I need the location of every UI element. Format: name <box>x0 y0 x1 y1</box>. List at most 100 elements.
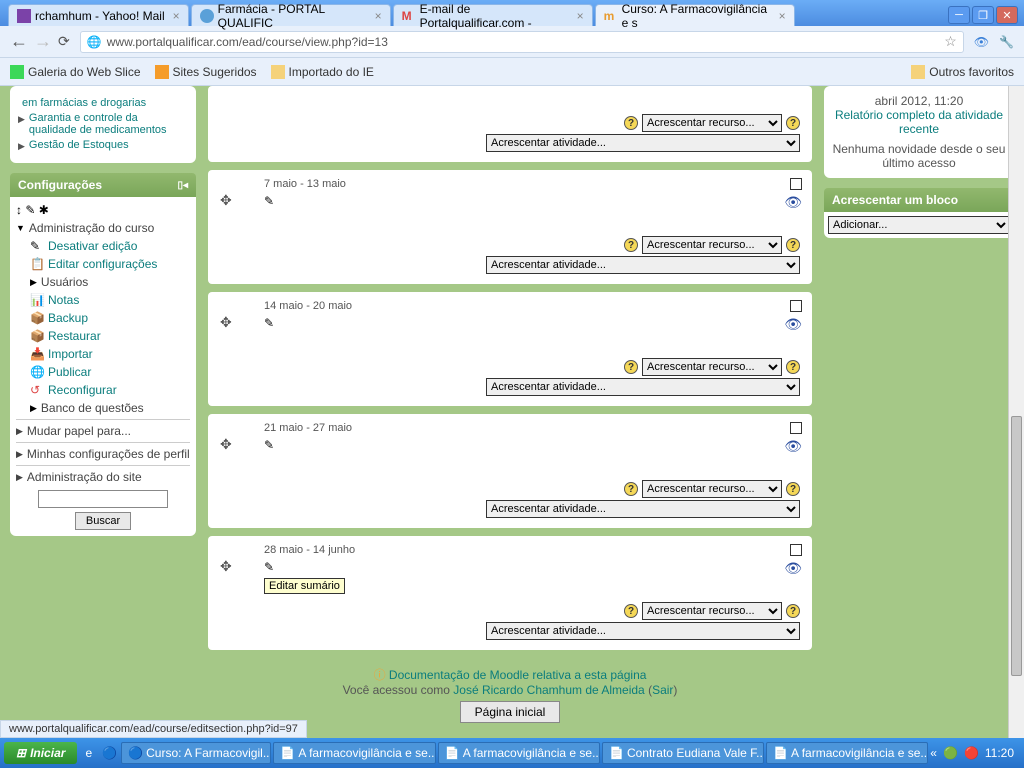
users-link[interactable]: Usuários <box>41 275 88 289</box>
scrollbar[interactable] <box>1008 86 1024 738</box>
system-tray[interactable]: « 🟢 🔴 11:20 <box>930 746 1020 760</box>
tray-expand-icon[interactable]: « <box>930 746 937 760</box>
nav-link[interactable]: em farmácias e drogarias <box>22 97 146 109</box>
wrench-icon[interactable]: 🔧 <box>999 35 1014 49</box>
highlight-checkbox[interactable] <box>790 178 802 190</box>
block-control-icons[interactable]: ▯◂ <box>177 180 188 191</box>
help-icon[interactable]: ? <box>624 116 638 130</box>
maximize-button[interactable]: ❐ <box>972 6 994 24</box>
chevron-right-icon[interactable]: ▶ <box>30 403 37 414</box>
browser-tab[interactable]: Farmácia - PORTAL QUALIFIC × <box>191 4 391 26</box>
move-icon[interactable]: ✥ <box>220 436 232 453</box>
nav-link[interactable]: Gestão de Estoques <box>29 139 129 151</box>
close-icon[interactable]: × <box>173 9 180 23</box>
taskbar-item[interactable]: 🔵Curso: A Farmacovigil... <box>121 742 271 764</box>
chevron-right-icon[interactable]: ▶ <box>30 277 37 288</box>
start-button[interactable]: ⊞Iniciar <box>4 742 77 764</box>
taskbar-item[interactable]: 📄A farmacovigilância e se... <box>766 742 928 764</box>
bookmark-item[interactable]: Sites Sugeridos <box>155 65 257 79</box>
other-bookmarks[interactable]: Outros favoritos <box>911 65 1014 79</box>
browser-tab[interactable]: rchamhum - Yahoo! Mail × <box>8 4 189 26</box>
backup-link[interactable]: Backup <box>48 311 88 325</box>
move-icon[interactable]: ✥ <box>220 314 232 331</box>
highlight-checkbox[interactable] <box>790 300 802 312</box>
profile-settings-link[interactable]: Minhas configurações de perfil <box>27 447 190 461</box>
back-button[interactable]: ← <box>10 31 28 52</box>
forward-button[interactable]: → <box>34 31 52 52</box>
restore-link[interactable]: Restaurar <box>48 329 101 343</box>
home-button[interactable]: Página inicial <box>460 701 561 723</box>
move-icon[interactable]: ✥ <box>220 192 232 209</box>
ie-icon[interactable]: e <box>79 746 98 760</box>
close-button[interactable]: ✕ <box>996 6 1018 24</box>
visibility-icon[interactable]: 👁 <box>784 194 802 211</box>
close-icon[interactable]: × <box>779 9 786 23</box>
chevron-right-icon[interactable]: ▶ <box>16 472 23 483</box>
taskbar-item[interactable]: 📄A farmacovigilância e se... <box>438 742 600 764</box>
moodle-docs-link[interactable]: Documentação de Moodle relativa a esta p… <box>389 668 647 682</box>
tray-icon[interactable]: 🔴 <box>964 746 979 760</box>
user-link[interactable]: José Ricardo Chamhum de Almeida <box>453 683 644 697</box>
add-activity-select[interactable]: Acrescentar atividade... <box>486 622 800 640</box>
logout-link[interactable]: Sair <box>652 683 673 697</box>
disable-edit-link[interactable]: Desativar edição <box>48 239 137 253</box>
nav-link[interactable]: Garantia e controle da qualidade de medi… <box>29 112 188 136</box>
move-icon[interactable]: ✥ <box>220 558 232 575</box>
tray-icon[interactable]: 🟢 <box>943 746 958 760</box>
chevron-down-icon[interactable]: ▼ <box>16 223 25 233</box>
edit-summary-icon[interactable]: ✎ <box>264 560 274 574</box>
bookmark-item[interactable]: Importado do IE <box>271 65 374 79</box>
close-icon[interactable]: × <box>577 9 584 23</box>
edit-settings-link[interactable]: Editar configurações <box>48 257 157 271</box>
help-icon[interactable]: ? <box>786 482 800 496</box>
scrollbar-thumb[interactable] <box>1011 416 1022 676</box>
help-icon[interactable]: ? <box>624 604 638 618</box>
minimize-button[interactable]: ─ <box>948 6 970 24</box>
add-activity-select[interactable]: Acrescentar atividade... <box>486 378 800 396</box>
taskbar-item[interactable]: 📄Contrato Eudiana Vale F... <box>602 742 764 764</box>
add-activity-select[interactable]: Acrescentar atividade... <box>486 500 800 518</box>
help-icon[interactable]: ? <box>624 482 638 496</box>
close-icon[interactable]: × <box>375 9 382 23</box>
add-activity-select[interactable]: Acrescentar atividade... <box>486 134 800 152</box>
eye-icon[interactable]: 👁 <box>974 35 989 49</box>
help-icon[interactable]: ? <box>786 360 800 374</box>
chrome-icon[interactable]: 🔵 <box>100 746 119 760</box>
visibility-icon[interactable]: 👁 <box>784 438 802 455</box>
search-input[interactable] <box>38 490 168 508</box>
help-icon[interactable]: ? <box>786 604 800 618</box>
help-icon[interactable]: ? <box>786 116 800 130</box>
add-resource-select[interactable]: Acrescentar recurso... <box>642 236 782 254</box>
browser-tab-active[interactable]: m Curso: A Farmacovigilância e s × <box>595 4 795 26</box>
visibility-icon[interactable]: 👁 <box>784 560 802 577</box>
add-resource-select[interactable]: Acrescentar recurso... <box>642 114 782 132</box>
full-report-link[interactable]: Relatório completo da atividade recente <box>835 108 1003 136</box>
reload-button[interactable]: ⟳ <box>58 33 70 50</box>
chevron-right-icon[interactable]: ▶ <box>16 449 23 460</box>
switch-role-link[interactable]: Mudar papel para... <box>27 424 131 438</box>
add-resource-select[interactable]: Acrescentar recurso... <box>642 602 782 620</box>
question-bank-link[interactable]: Banco de questões <box>41 401 144 415</box>
publish-link[interactable]: Publicar <box>48 365 91 379</box>
highlight-checkbox[interactable] <box>790 422 802 434</box>
visibility-icon[interactable]: 👁 <box>784 316 802 333</box>
add-resource-select[interactable]: Acrescentar recurso... <box>642 480 782 498</box>
chevron-right-icon[interactable]: ▶ <box>16 426 23 437</box>
taskbar-item[interactable]: 📄A farmacovigilância e se... <box>273 742 435 764</box>
address-bar[interactable]: 🌐 www.portalqualificar.com/ead/course/vi… <box>80 31 964 53</box>
edit-summary-icon[interactable]: ✎ <box>264 194 274 208</box>
site-admin-link[interactable]: Administração do site <box>27 470 142 484</box>
add-resource-select[interactable]: Acrescentar recurso... <box>642 358 782 376</box>
edit-summary-icon[interactable]: ✎ <box>264 316 274 330</box>
grades-link[interactable]: Notas <box>48 293 79 307</box>
help-icon[interactable]: ? <box>786 238 800 252</box>
toolbar-icons[interactable]: ↕ ✎ ✱ <box>16 203 49 217</box>
bookmark-item[interactable]: Galeria do Web Slice <box>10 65 141 79</box>
add-activity-select[interactable]: Acrescentar atividade... <box>486 256 800 274</box>
browser-tab[interactable]: M E-mail de Portalqualificar.com - × <box>393 4 593 26</box>
help-icon[interactable]: ? <box>624 238 638 252</box>
reset-link[interactable]: Reconfigurar <box>48 383 117 397</box>
bookmark-star-icon[interactable]: ☆ <box>944 33 957 50</box>
help-icon[interactable]: ? <box>624 360 638 374</box>
import-link[interactable]: Importar <box>48 347 93 361</box>
